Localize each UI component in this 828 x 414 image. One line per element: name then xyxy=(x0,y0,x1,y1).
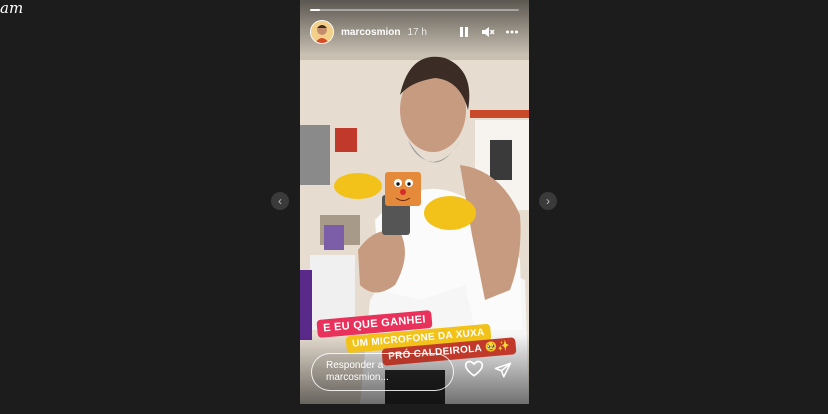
chevron-right-icon: › xyxy=(546,194,550,208)
pause-button[interactable] xyxy=(457,25,471,39)
instagram-logo-partial[interactable]: am xyxy=(0,0,23,16)
next-story-button[interactable]: › xyxy=(539,192,557,210)
speaker-muted-icon xyxy=(482,27,495,37)
story-viewer[interactable]: marcosmion 17 h E EU QUE GANHEI UM MICRO… xyxy=(300,0,529,404)
story-timestamp: 17 h xyxy=(407,26,427,38)
story-username[interactable]: marcosmion xyxy=(341,27,400,38)
paper-plane-icon xyxy=(494,362,512,378)
pause-icon xyxy=(460,27,468,37)
reply-placeholder-line-1: Responder a xyxy=(326,360,384,371)
previous-story-button[interactable]: ‹ xyxy=(271,192,289,210)
reply-input[interactable]: Responder a marcosmion... xyxy=(311,353,454,391)
story-header: marcosmion 17 h xyxy=(310,20,519,44)
heart-icon xyxy=(464,360,484,377)
more-options-button[interactable] xyxy=(505,25,519,39)
avatar-image xyxy=(311,21,333,43)
reply-placeholder-line-2: marcosmion... xyxy=(326,372,389,383)
story-progress-fill xyxy=(310,9,321,11)
avatar[interactable] xyxy=(310,20,334,44)
story-progress-bar xyxy=(310,9,519,11)
chevron-left-icon: ‹ xyxy=(278,194,282,208)
mute-button[interactable] xyxy=(481,25,495,39)
share-button[interactable] xyxy=(494,361,512,379)
like-button[interactable] xyxy=(464,359,484,379)
more-options-icon xyxy=(506,30,518,34)
story-controls xyxy=(457,25,519,39)
